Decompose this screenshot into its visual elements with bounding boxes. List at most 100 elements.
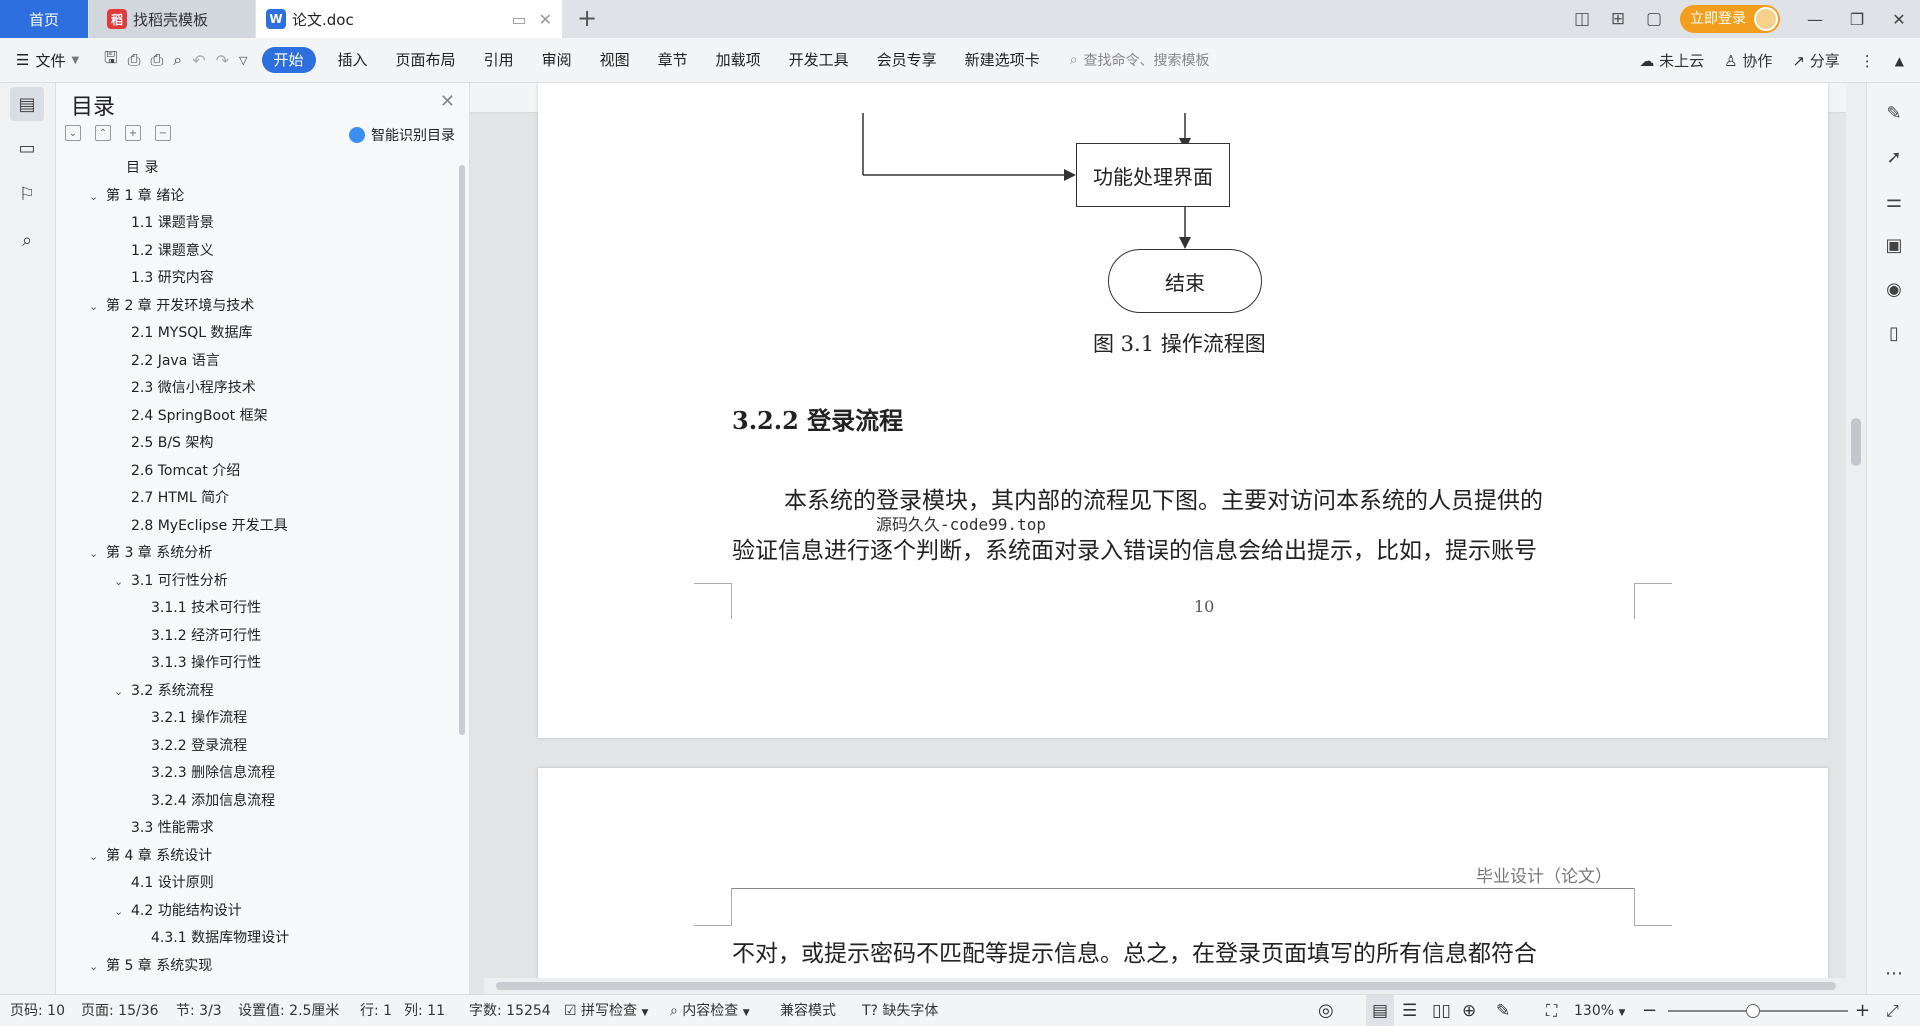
select-cursor-icon[interactable]: ➚ xyxy=(1883,147,1905,169)
vertical-scrollbar[interactable] xyxy=(1846,83,1866,994)
status-row[interactable]: 行: 1 xyxy=(360,995,392,1026)
toc-item[interactable]: 1.3 研究内容 xyxy=(56,265,452,293)
smart-toc-button[interactable]: 智能识别目录 xyxy=(349,125,455,145)
expand-chevron-icon[interactable]: ⌄ xyxy=(89,293,98,321)
save-icon[interactable]: 🖫 xyxy=(104,47,118,74)
toc-item[interactable]: 3.2.2 登录流程 xyxy=(56,733,452,761)
tab-pin-icon[interactable]: ▭ xyxy=(511,10,526,29)
toc-item[interactable]: ⌄ 第 4 章 系统设计 xyxy=(56,843,452,871)
spell-check-button[interactable]: ☑ 拼写检查 ▼ xyxy=(564,995,648,1026)
outline-view-icon[interactable]: ☰ xyxy=(1402,995,1417,1026)
toc-item[interactable]: 3.1.1 技术可行性 xyxy=(56,595,452,623)
ribbon-tab-layout[interactable]: 页面布局 xyxy=(382,47,470,73)
zoom-level[interactable]: 130% ▼ xyxy=(1574,995,1625,1026)
toc-item[interactable]: ⌄ 第 3 章 系统分析 xyxy=(56,540,452,568)
toc-item[interactable]: ⌄ 3.2 系统流程 xyxy=(56,678,452,706)
eye-protection-icon[interactable]: ◎ xyxy=(1318,995,1334,1026)
toc-item[interactable]: 2.2 Java 语言 xyxy=(56,348,452,376)
remove-heading-icon[interactable]: − xyxy=(155,125,171,141)
navigation-panel-icon[interactable]: ▭ xyxy=(10,131,44,165)
toc-item[interactable]: 3.2.1 操作流程 xyxy=(56,705,452,733)
document-area[interactable]: 7654321123456789101112131415161718192021… xyxy=(470,83,1866,994)
close-icon[interactable]: ✕ xyxy=(440,91,455,112)
scrollbar-thumb[interactable] xyxy=(1851,418,1861,466)
tab-close-icon[interactable]: ✕ xyxy=(539,10,552,29)
toc-item[interactable]: 3.2.3 删除信息流程 xyxy=(56,760,452,788)
toc-item[interactable]: 4.3.1 数据库物理设计 xyxy=(56,925,452,953)
zoom-out-icon[interactable]: − xyxy=(1642,995,1657,1026)
quick-access-more-icon[interactable]: ▽ xyxy=(239,54,247,67)
ribbon-tab-member[interactable]: 会员专享 xyxy=(863,47,951,73)
status-page-code[interactable]: 页码: 10 xyxy=(10,995,65,1026)
toc-item[interactable]: 3.1.3 操作可行性 xyxy=(56,650,452,678)
ribbon-tab-home[interactable]: 开始 xyxy=(261,47,316,73)
skin-icon[interactable]: ▢ xyxy=(1636,9,1672,29)
ribbon-tab-references[interactable]: 引用 xyxy=(470,47,528,73)
zoom-in-icon[interactable]: + xyxy=(1855,995,1870,1026)
ribbon-tab-developer[interactable]: 开发工具 xyxy=(775,47,863,73)
status-section[interactable]: 节: 3/3 xyxy=(176,995,222,1026)
scrollbar-thumb[interactable] xyxy=(496,982,1836,990)
toc-item[interactable]: 3.2.4 添加信息流程 xyxy=(56,788,452,816)
export-pdf-icon[interactable]: ⎙ xyxy=(128,50,141,70)
more-icon[interactable]: ⋯ xyxy=(1883,963,1905,985)
find-icon[interactable]: ⌕ xyxy=(10,223,44,257)
expand-chevron-icon[interactable]: ⌄ xyxy=(114,568,123,596)
expand-chevron-icon[interactable]: ⌄ xyxy=(89,953,98,981)
ribbon-tab-insert[interactable]: 插入 xyxy=(324,47,382,73)
new-tab-button[interactable]: + xyxy=(572,4,602,34)
command-search[interactable]: ⌕ 查找命令、搜索模板 xyxy=(1070,50,1210,70)
toc-item[interactable]: 1.1 课题背景 xyxy=(56,210,452,238)
collapse-ribbon-icon[interactable]: ▲ xyxy=(1895,54,1904,68)
collaborate-button[interactable]: ♙ 协作 xyxy=(1724,50,1772,71)
status-page[interactable]: 页面: 15/36 xyxy=(81,995,159,1026)
cloud-status-button[interactable]: ☁ 未上云 xyxy=(1639,50,1704,71)
minimize-icon[interactable]: — xyxy=(1794,10,1836,29)
expand-all-icon[interactable]: ⌄ xyxy=(65,125,81,141)
status-setting[interactable]: 设置值: 2.5厘米 xyxy=(238,995,339,1026)
bookmark-icon[interactable]: ⚐ xyxy=(10,177,44,211)
add-heading-icon[interactable]: + xyxy=(125,125,141,141)
print-preview-icon[interactable]: ⌕ xyxy=(173,50,182,70)
annotate-icon[interactable]: ✎ xyxy=(1496,995,1510,1026)
settings-sliders-icon[interactable]: ⚌ xyxy=(1883,191,1905,213)
page[interactable]: 功能处理界面 结束 图 3.1 操作流程图 3.2.2 登录流程 本系统的登录模… xyxy=(538,83,1828,738)
toc-item[interactable]: ⌄ 第 5 章 系统实现 xyxy=(56,953,452,981)
toc-item[interactable]: 2.4 SpringBoot 框架 xyxy=(56,403,452,431)
toc-item[interactable]: 2.5 B/S 架构 xyxy=(56,430,452,458)
reading-view-icon[interactable]: ▯▯ xyxy=(1432,995,1451,1026)
tab-template[interactable]: 稻 找稻壳模板 xyxy=(89,0,255,38)
toc-item[interactable]: ⌄ 3.1 可行性分析 xyxy=(56,568,452,596)
toc-item[interactable]: 2.7 HTML 简介 xyxy=(56,485,452,513)
toc-item[interactable]: ⌄ 第 1 章 绪论 xyxy=(56,183,452,211)
ribbon-tab-review[interactable]: 审阅 xyxy=(528,47,586,73)
expand-chevron-icon[interactable]: ⌄ xyxy=(89,843,98,871)
content-check-button[interactable]: ⌕ 内容检查 ▼ xyxy=(670,995,750,1026)
expand-chevron-icon[interactable]: ⌄ xyxy=(114,678,123,706)
toc-item[interactable]: 3.3 性能需求 xyxy=(56,815,452,843)
file-menu[interactable]: ☰ 文件 ▼ xyxy=(0,50,104,71)
ribbon-tab-new[interactable]: 新建选项卡 xyxy=(951,47,1054,73)
close-window-icon[interactable]: ✕ xyxy=(1878,10,1920,29)
toc-item[interactable]: 目 录 xyxy=(56,155,452,183)
toc-item[interactable]: ⌄ 4.2 功能结构设计 xyxy=(56,898,452,926)
web-view-icon[interactable]: ⊕ xyxy=(1462,995,1476,1026)
login-button[interactable]: 立即登录 xyxy=(1680,5,1780,33)
status-col[interactable]: 列: 11 xyxy=(404,995,445,1026)
toc-item[interactable]: 1.2 课题意义 xyxy=(56,238,452,266)
collapse-all-icon[interactable]: ⌃ xyxy=(95,125,111,141)
fit-page-icon[interactable]: ⛶ xyxy=(1546,995,1557,1026)
tab-document[interactable]: W 论文.doc ▭ ✕ xyxy=(256,0,562,38)
page[interactable]: 毕业设计（论文） 不对，或提示密码不匹配等提示信息。总之，在登录页面填写的所有信… xyxy=(538,768,1828,994)
apps-grid-icon[interactable]: ⊞ xyxy=(1600,9,1636,29)
toc-item[interactable]: 2.8 MyEclipse 开发工具 xyxy=(56,513,452,541)
fullscreen-icon[interactable]: ⤢ xyxy=(1886,995,1899,1026)
compass-icon[interactable]: ◉ xyxy=(1883,279,1905,301)
redo-icon[interactable]: ↷ xyxy=(216,51,229,70)
toc-item[interactable]: 2.6 Tomcat 介绍 xyxy=(56,458,452,486)
ribbon-tab-view[interactable]: 视图 xyxy=(586,47,644,73)
ribbon-tab-addins[interactable]: 加载项 xyxy=(702,47,775,73)
book-icon[interactable]: ▯ xyxy=(1883,323,1905,345)
toc-item[interactable]: 2.1 MYSQL 数据库 xyxy=(56,320,452,348)
reading-mode-icon[interactable]: ◫ xyxy=(1564,9,1600,29)
